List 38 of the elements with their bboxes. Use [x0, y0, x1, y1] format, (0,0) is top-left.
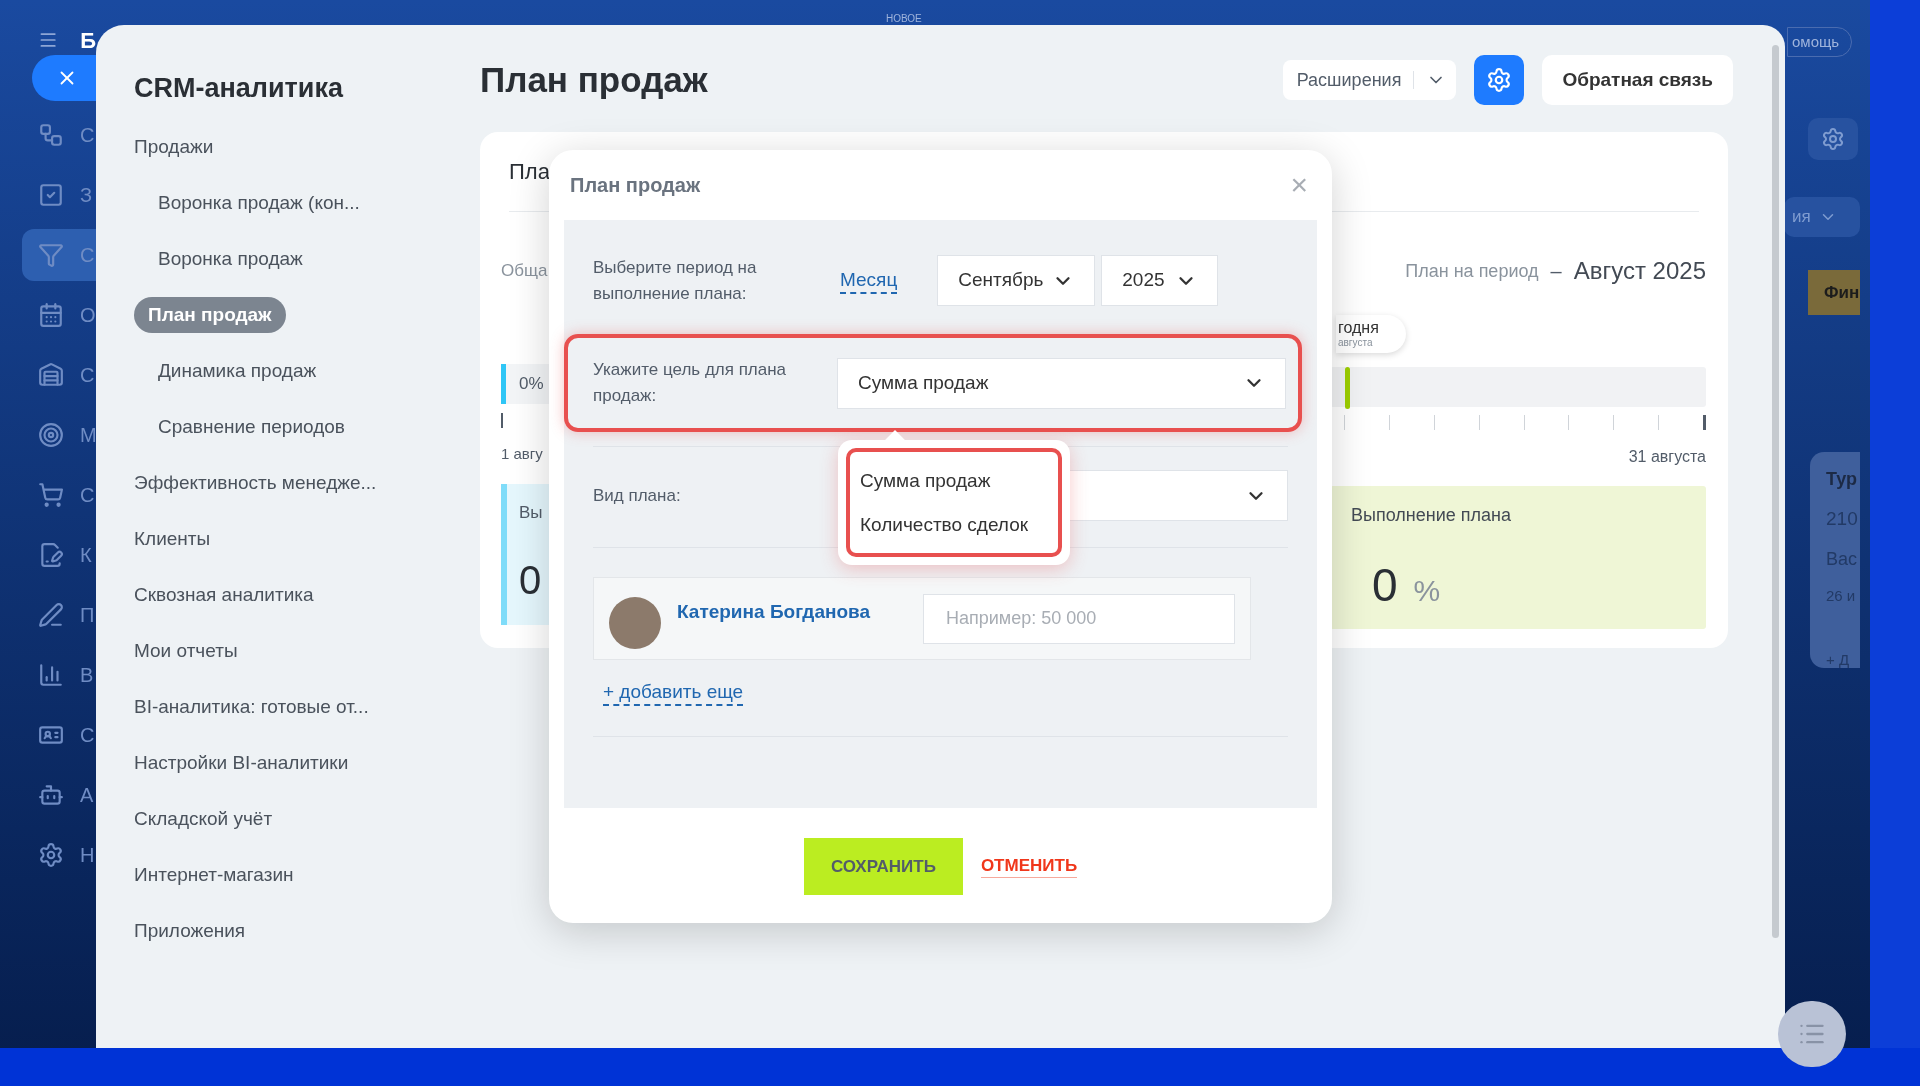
dialog-title: План продаж — [570, 173, 701, 198]
sidebar-label: С — [80, 243, 95, 268]
stat-value: 0 — [519, 556, 543, 604]
end-date: 31 августа — [1628, 447, 1706, 465]
result-value: 0 — [1372, 558, 1398, 613]
today-date: августа — [1338, 338, 1373, 348]
sidebar-label: С — [80, 363, 95, 388]
logo-letter: Б — [80, 26, 96, 55]
sidebar-label: Н — [80, 843, 95, 868]
period-dash: – — [1550, 259, 1562, 284]
period-label: Выберите период на выполнение плана: — [593, 256, 758, 305]
sidebar-label: В — [80, 663, 94, 688]
page-title: План продаж — [480, 58, 708, 101]
sidebar-label: А — [80, 783, 94, 808]
result-title: Выполнение плана — [1351, 504, 1512, 527]
result-unit: % — [1413, 573, 1441, 609]
period-label: План на период — [1405, 259, 1539, 283]
start-date: 1 авгу — [501, 444, 544, 463]
goal-label: Укажите цель для плана продаж: — [593, 359, 788, 407]
new-label: НОВОЕ — [886, 12, 922, 26]
panel-title: CRM-аналитика — [134, 73, 345, 103]
stat-title: Вы — [519, 502, 544, 524]
sidebar-label: М — [80, 423, 97, 448]
deal-title: Тур — [1826, 468, 1859, 491]
sidebar-label: С — [80, 483, 95, 508]
sidebar-label: О — [80, 303, 96, 328]
period-value: Август 2025 — [1573, 256, 1706, 286]
progress-label: 0% — [501, 364, 549, 404]
sidebar-label: К — [80, 543, 92, 568]
sidebar-label: З — [80, 183, 93, 208]
stage-header: Фин — [1808, 270, 1860, 315]
total-label: Обща — [501, 260, 549, 282]
today-label: годня — [1338, 320, 1379, 336]
plan-type-label: Вид плана: — [593, 484, 681, 507]
card-title: Пла — [509, 158, 550, 186]
sidebar-label: С — [80, 723, 95, 748]
sidebar-label: С — [80, 123, 95, 148]
sidebar-label: П — [80, 603, 95, 628]
